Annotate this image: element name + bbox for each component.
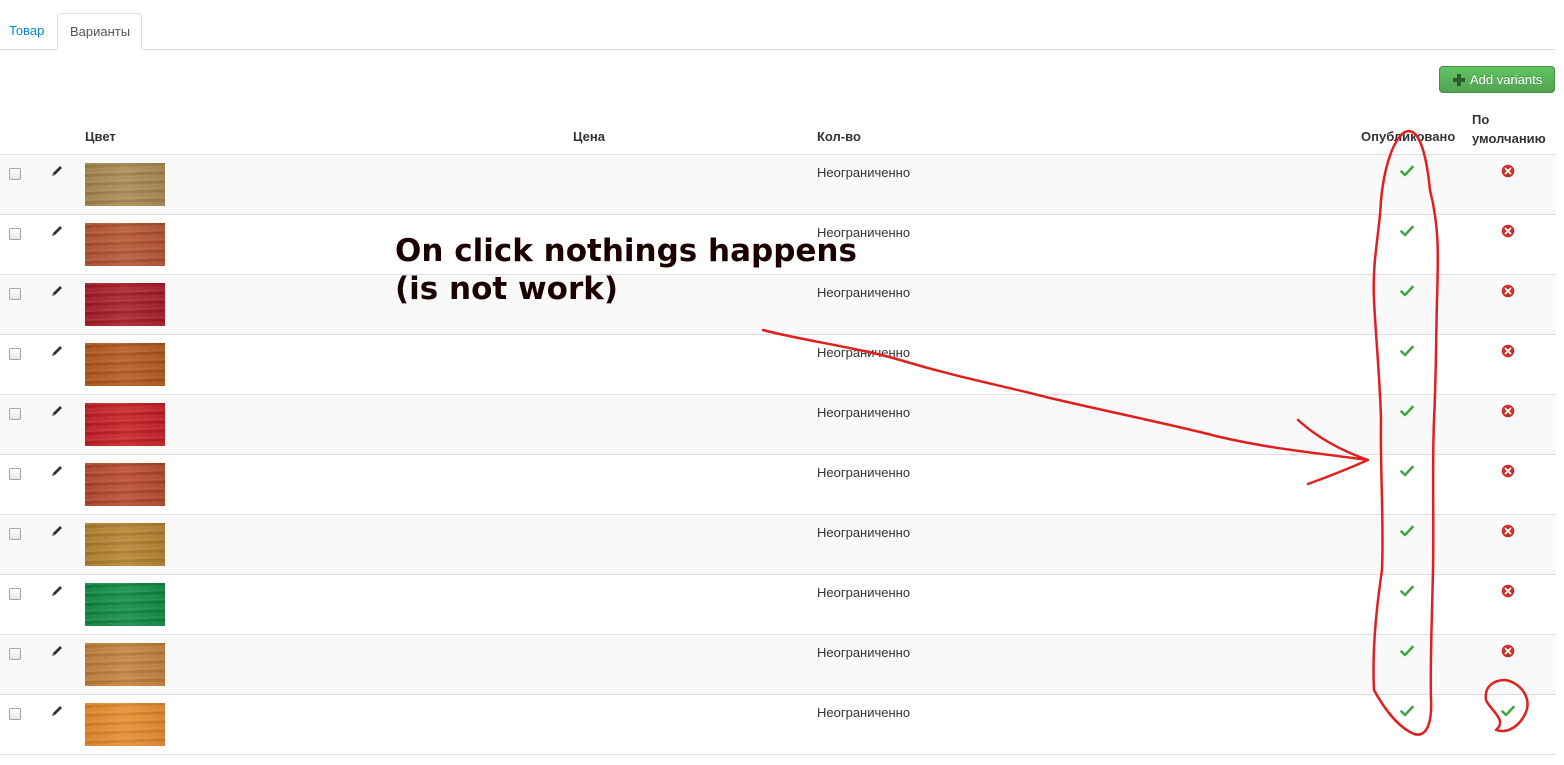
default-cross-icon[interactable] <box>1501 284 1515 298</box>
default-cross-icon[interactable] <box>1501 464 1515 478</box>
edit-pencil-icon[interactable] <box>50 404 64 418</box>
color-swatch <box>85 583 165 626</box>
color-swatch <box>85 703 165 746</box>
quantity-cell: Неограниченно <box>817 705 911 720</box>
default-cross-icon[interactable] <box>1501 344 1515 358</box>
default-cross-icon[interactable] <box>1501 164 1515 178</box>
edit-pencil-icon[interactable] <box>50 284 64 298</box>
color-swatch <box>85 403 165 446</box>
default-cross-icon[interactable] <box>1501 224 1515 238</box>
plus-icon <box>1453 74 1465 86</box>
column-header-default-line2: умолчанию <box>1472 131 1546 146</box>
row-checkbox[interactable] <box>9 708 21 720</box>
quantity-cell: Неограниченно <box>817 165 911 180</box>
color-swatch <box>85 643 165 686</box>
column-header-color: Цвет <box>85 129 116 144</box>
row-checkbox[interactable] <box>9 468 21 480</box>
quantity-cell: Неограниченно <box>817 585 911 600</box>
row-checkbox[interactable] <box>9 288 21 300</box>
default-cross-icon[interactable] <box>1501 524 1515 538</box>
table-row: Неограниченно <box>0 635 1556 695</box>
tab-variants[interactable]: Варианты <box>57 13 142 50</box>
color-swatch <box>85 343 165 386</box>
column-header-default: По умолчанию <box>1472 110 1546 148</box>
add-variants-button[interactable]: Add variants <box>1439 66 1555 93</box>
tab-bar: Товар Варианты <box>0 13 1556 50</box>
edit-pencil-icon[interactable] <box>50 464 64 478</box>
color-swatch <box>85 283 165 326</box>
edit-pencil-icon[interactable] <box>50 704 64 718</box>
row-checkbox[interactable] <box>9 588 21 600</box>
column-header-price: Цена <box>573 129 605 144</box>
edit-pencil-icon[interactable] <box>50 224 64 238</box>
published-check-icon[interactable] <box>1400 164 1414 178</box>
column-header-default-line1: По <box>1472 112 1490 127</box>
edit-pencil-icon[interactable] <box>50 164 64 178</box>
row-checkbox[interactable] <box>9 648 21 660</box>
published-check-icon[interactable] <box>1400 644 1414 658</box>
annotation-line-2: (is not work) <box>395 271 619 307</box>
default-cross-icon[interactable] <box>1501 584 1515 598</box>
color-swatch <box>85 163 165 206</box>
published-check-icon[interactable] <box>1400 524 1414 538</box>
edit-pencil-icon[interactable] <box>50 344 64 358</box>
quantity-cell: Неограниченно <box>817 405 911 420</box>
published-check-icon[interactable] <box>1400 284 1414 298</box>
table-row: Неограниченно <box>0 335 1556 395</box>
row-checkbox[interactable] <box>9 168 21 180</box>
published-check-icon[interactable] <box>1400 704 1414 718</box>
row-checkbox[interactable] <box>9 348 21 360</box>
table-row: Неограниченно <box>0 455 1556 515</box>
table-row: Неограниченно <box>0 155 1556 215</box>
row-checkbox[interactable] <box>9 528 21 540</box>
edit-pencil-icon[interactable] <box>50 524 64 538</box>
table-row: Неограниченно <box>0 695 1556 755</box>
published-check-icon[interactable] <box>1400 584 1414 598</box>
column-header-quantity: Кол-во <box>817 129 861 144</box>
quantity-cell: Неограниченно <box>817 645 911 660</box>
annotation-line-1: On click nothings happens <box>395 233 857 269</box>
published-check-icon[interactable] <box>1400 464 1414 478</box>
quantity-cell: Неограниченно <box>817 345 911 360</box>
quantity-cell: Неограниченно <box>817 525 911 540</box>
row-checkbox[interactable] <box>9 228 21 240</box>
default-check-icon[interactable] <box>1501 704 1515 718</box>
color-swatch <box>85 523 165 566</box>
published-check-icon[interactable] <box>1400 344 1414 358</box>
quantity-cell: Неограниченно <box>817 465 911 480</box>
color-swatch <box>85 223 165 266</box>
published-check-icon[interactable] <box>1400 224 1414 238</box>
row-checkbox[interactable] <box>9 408 21 420</box>
edit-pencil-icon[interactable] <box>50 644 64 658</box>
color-swatch <box>85 463 165 506</box>
default-cross-icon[interactable] <box>1501 404 1515 418</box>
table-row: Неограниченно <box>0 395 1556 455</box>
published-check-icon[interactable] <box>1400 404 1414 418</box>
edit-pencil-icon[interactable] <box>50 584 64 598</box>
table-row: Неограниченно <box>0 575 1556 635</box>
table-row: Неограниченно <box>0 515 1556 575</box>
add-variants-label: Add variants <box>1470 72 1543 87</box>
tab-product[interactable]: Товар <box>0 13 56 50</box>
default-cross-icon[interactable] <box>1501 644 1515 658</box>
column-header-published: Опубликовано <box>1361 129 1456 144</box>
annotation-text: On click nothings happens (is not work) <box>395 232 857 308</box>
